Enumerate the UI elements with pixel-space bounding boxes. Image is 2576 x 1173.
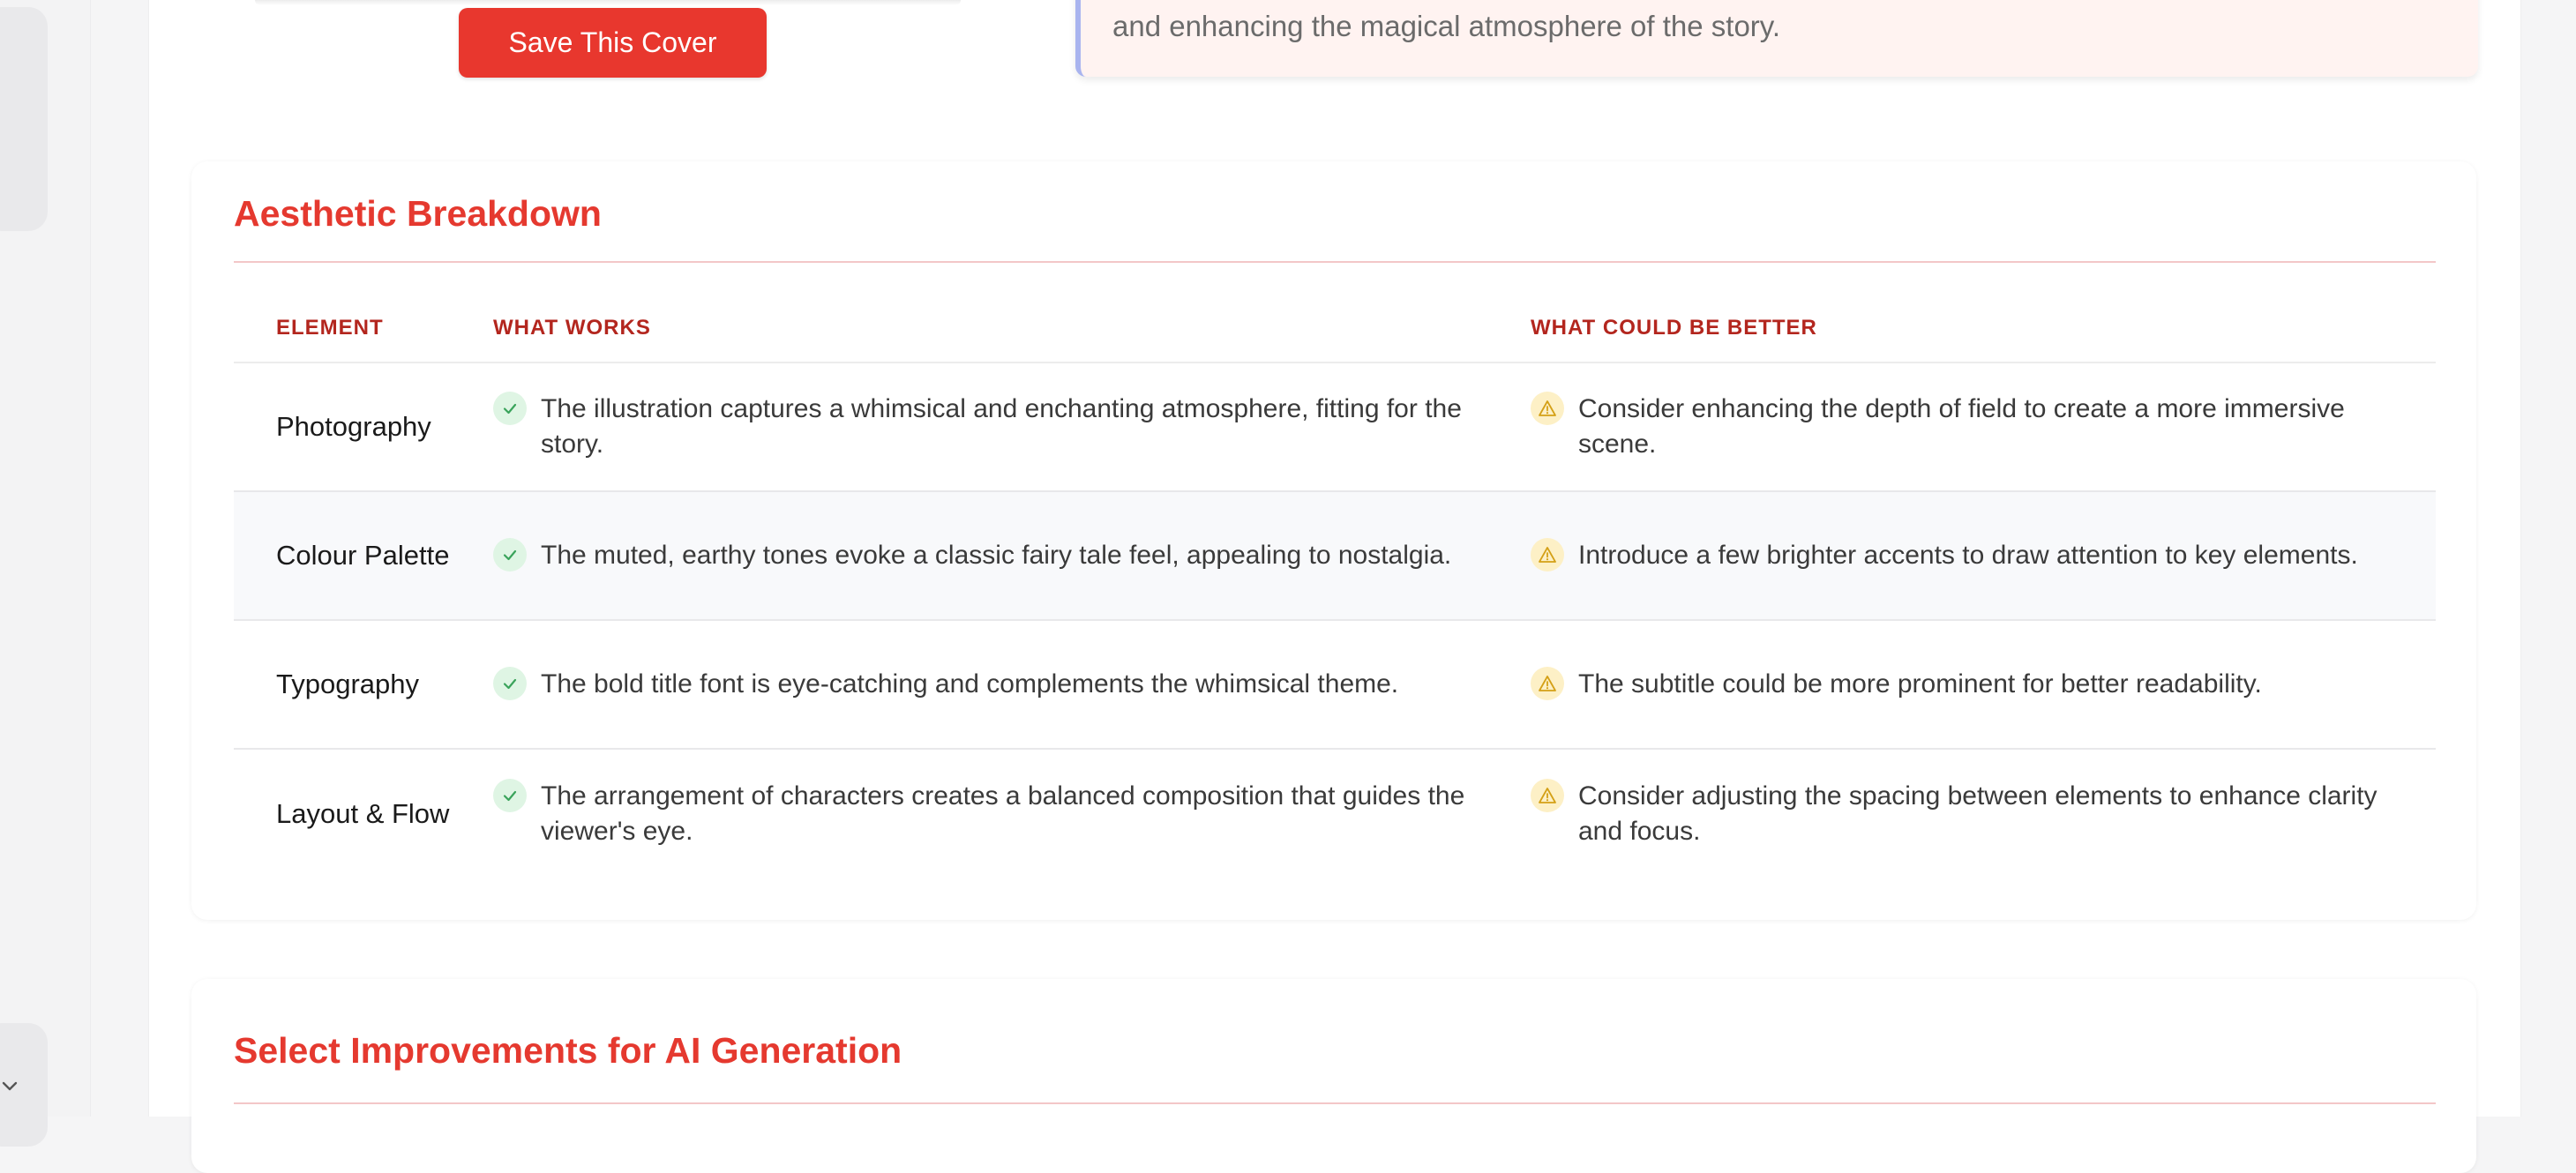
sidebar-panel[interactable] (0, 7, 48, 231)
works-cell: The illustration captures a whimsical an… (493, 362, 1531, 492)
table-row: Layout & Flow The arrangement of charact… (234, 749, 2436, 878)
element-name: Photography (234, 362, 493, 492)
save-cover-button[interactable]: Save This Cover (459, 8, 767, 78)
works-cell: The muted, earthy tones evoke a classic … (493, 491, 1531, 621)
better-text: Introduce a few brighter accents to draw… (1578, 541, 2358, 570)
better-cell: Introduce a few brighter accents to draw… (1531, 491, 2436, 621)
warning-icon (1531, 667, 1564, 700)
section-title: Select Improvements for AI Generation (234, 1030, 902, 1071)
works-text: The bold title font is eye-catching and … (541, 669, 1399, 699)
check-icon (493, 778, 527, 812)
insight-callout: and enhancing the magical atmosphere of … (1075, 0, 2478, 77)
better-cell: The subtitle could be more prominent for… (1531, 620, 2436, 750)
column-header-works: WHAT WORKS (493, 294, 1531, 363)
breakdown-table: ELEMENT WHAT WORKS WHAT COULD BE BETTER … (234, 294, 2436, 878)
main-content: Save This Cover and enhancing the magica… (148, 0, 2521, 1173)
select-improvements-card: Select Improvements for AI Generation (191, 979, 2476, 1173)
works-text: The arrangement of characters creates a … (541, 781, 1465, 846)
table-row: Typography The bold title font is eye-ca… (234, 620, 2436, 750)
warning-icon (1531, 392, 1564, 425)
table-header-row: ELEMENT WHAT WORKS WHAT COULD BE BETTER (234, 294, 2436, 363)
warning-icon (1531, 778, 1564, 812)
works-cell: The bold title font is eye-catching and … (493, 620, 1531, 750)
check-icon (493, 667, 527, 700)
check-icon (493, 392, 527, 425)
works-text: The illustration captures a whimsical an… (541, 394, 1462, 459)
better-cell: Consider enhancing the depth of field to… (1531, 362, 2436, 492)
insight-text: and enhancing the magical atmosphere of … (1112, 10, 1781, 42)
element-name: Typography (234, 620, 493, 750)
works-text: The muted, earthy tones evoke a classic … (541, 541, 1452, 570)
better-text: The subtitle could be more prominent for… (1578, 669, 2262, 699)
column-header-better: WHAT COULD BE BETTER (1531, 294, 2436, 363)
cover-preview-edge (255, 0, 961, 5)
divider (234, 261, 2436, 263)
element-name: Colour Palette (234, 491, 493, 621)
aesthetic-breakdown-card: Aesthetic Breakdown ELEMENT WHAT WORKS W… (191, 161, 2476, 920)
warning-icon (1531, 538, 1564, 572)
table-row: Photography The illustration captures a … (234, 362, 2436, 492)
column-header-element: ELEMENT (234, 294, 493, 363)
check-icon (493, 538, 527, 572)
works-cell: The arrangement of characters creates a … (493, 749, 1531, 878)
section-title: Aesthetic Breakdown (234, 193, 602, 234)
element-name: Layout & Flow (276, 797, 450, 829)
better-text: Consider adjusting the spacing between e… (1578, 781, 2378, 846)
chevron-down-icon[interactable] (0, 1076, 19, 1095)
better-text: Consider enhancing the depth of field to… (1578, 394, 2345, 459)
sidebar (0, 0, 91, 1147)
table-row: Colour Palette The muted, earthy tones e… (234, 491, 2436, 621)
better-cell: Consider adjusting the spacing between e… (1531, 749, 2436, 878)
divider (234, 1102, 2436, 1104)
